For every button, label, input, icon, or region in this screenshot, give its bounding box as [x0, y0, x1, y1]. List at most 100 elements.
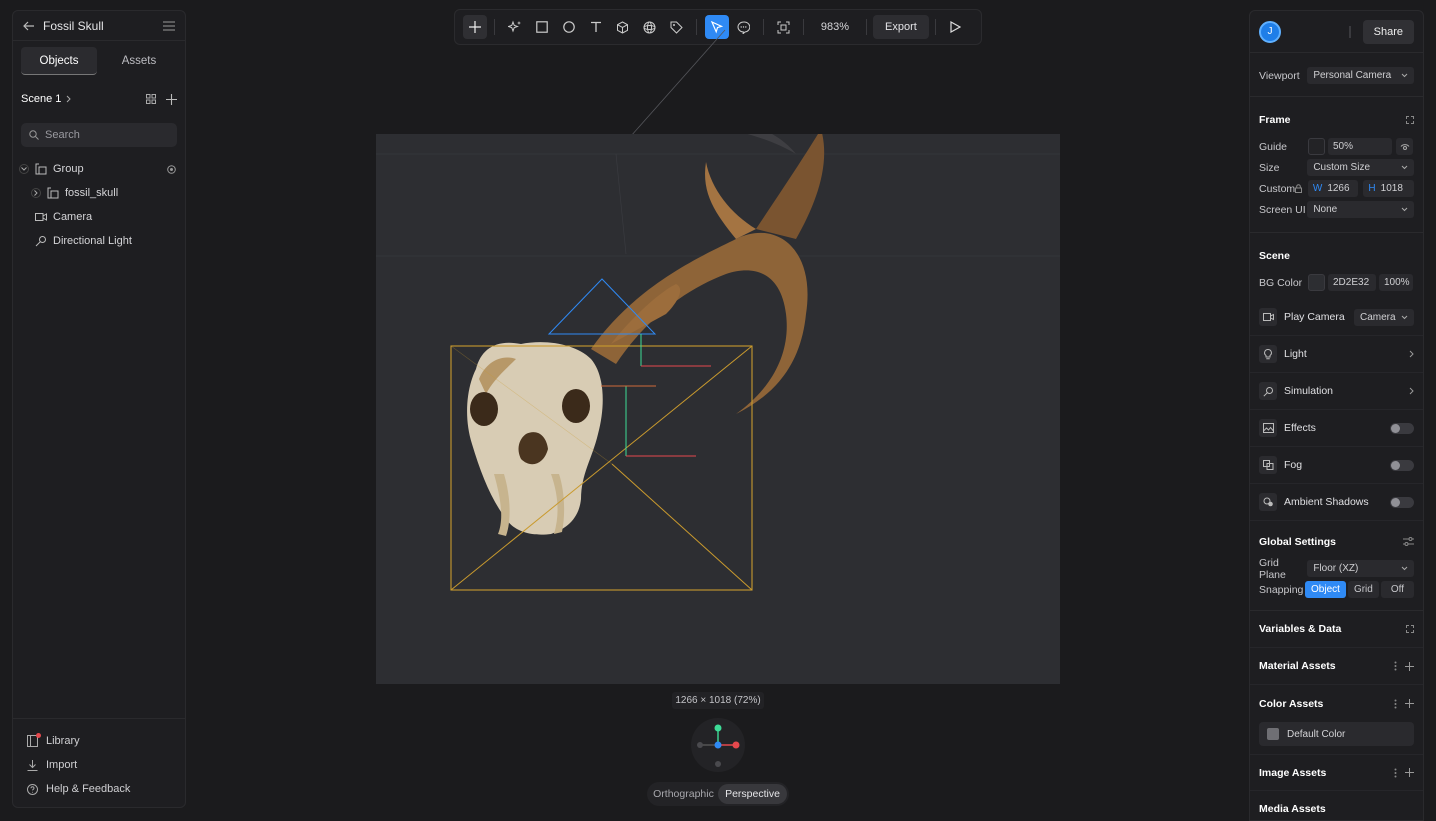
- default-color-swatch: [1267, 728, 1279, 740]
- snapping-grid[interactable]: Grid: [1347, 581, 1379, 598]
- custom-size-row: Custom W 1266 H 1018: [1250, 178, 1423, 199]
- chevron-down-icon: [1401, 207, 1408, 212]
- sliders-icon[interactable]: [1403, 537, 1414, 546]
- snapping-label: Snapping: [1259, 583, 1304, 596]
- more-vertical-icon[interactable]: [1394, 661, 1397, 671]
- media-assets-row: Media Assets: [1250, 791, 1423, 820]
- perspective-option[interactable]: Perspective: [718, 784, 787, 804]
- width-value: 1266: [1327, 183, 1350, 194]
- custom-label: Custom: [1259, 182, 1296, 195]
- play-camera-value: Camera: [1360, 311, 1396, 323]
- simulation-icon: [1259, 382, 1277, 400]
- bulb-icon: [1259, 345, 1277, 363]
- viewport-select[interactable]: Personal Camera: [1307, 67, 1414, 84]
- more-vertical-icon[interactable]: [1394, 699, 1397, 709]
- default-color-asset[interactable]: Default Color: [1259, 722, 1414, 746]
- lock-icon[interactable]: [1295, 184, 1308, 193]
- height-axis-label: H: [1368, 183, 1376, 194]
- right-panel: J Share Viewport Personal Camera Frame G…: [1249, 10, 1424, 821]
- right-header: J Share: [1250, 11, 1423, 53]
- frame-header: Frame: [1250, 109, 1423, 130]
- light-row[interactable]: Light: [1250, 336, 1423, 373]
- material-assets-title: Material Assets: [1259, 660, 1336, 672]
- more-vertical-icon[interactable]: [1394, 768, 1397, 778]
- image-assets-row: Image Assets: [1250, 754, 1423, 791]
- play-camera-label: Play Camera: [1284, 311, 1345, 323]
- bg-color-row: BG Color 2D2E32 100%: [1250, 272, 1423, 293]
- guide-row: Guide 50%: [1250, 136, 1423, 157]
- simulation-row[interactable]: Simulation: [1250, 373, 1423, 410]
- chevron-down-icon: [1401, 165, 1408, 170]
- frame-size-label: 1266 × 1018 (72%): [672, 692, 764, 709]
- share-button[interactable]: Share: [1362, 19, 1414, 44]
- global-settings-title: Global Settings: [1259, 535, 1337, 548]
- viewport-section: Viewport Personal Camera: [1250, 53, 1423, 97]
- ambient-shadows-icon: [1259, 493, 1277, 511]
- frame-section: Frame Guide 50% Size Custom Size Custom: [1250, 97, 1423, 233]
- image-assets-title: Image Assets: [1259, 766, 1327, 779]
- grid-plane-select[interactable]: Floor (XZ): [1307, 560, 1414, 577]
- frame-title: Frame: [1259, 113, 1291, 126]
- avatar[interactable]: J: [1259, 20, 1281, 43]
- width-axis-label: W: [1312, 183, 1323, 194]
- effects-toggle[interactable]: [1390, 422, 1414, 434]
- scene-section: Scene BG Color 2D2E32 100%: [1250, 233, 1423, 299]
- x-axis-handle[interactable]: [732, 741, 740, 749]
- fog-icon: [1259, 456, 1277, 474]
- effects-label: Effects: [1284, 422, 1316, 434]
- chevron-down-icon: [1401, 566, 1408, 571]
- chevron-right-icon: [1409, 387, 1414, 395]
- simulation-label: Simulation: [1284, 385, 1334, 397]
- fog-label: Fog: [1284, 459, 1303, 471]
- expand-icon[interactable]: [1406, 625, 1414, 633]
- y-axis-handle[interactable]: [714, 724, 722, 732]
- global-settings-section: Global Settings Grid Plane Floor (XZ) Sn…: [1250, 521, 1423, 611]
- fog-row: Fog: [1250, 447, 1423, 484]
- snapping-object[interactable]: Object: [1305, 581, 1346, 598]
- scene-canvas[interactable]: [376, 120, 1060, 684]
- bg-color-swatch[interactable]: [1308, 274, 1325, 291]
- width-field[interactable]: W 1266: [1307, 180, 1359, 197]
- divider: [1348, 25, 1351, 38]
- play-camera-row: Play Camera Camera: [1250, 299, 1423, 336]
- height-value: 1018: [1380, 183, 1403, 194]
- orientation-gizmo[interactable]: [691, 718, 745, 772]
- guide-opacity-field[interactable]: 50%: [1328, 138, 1392, 155]
- bg-opacity[interactable]: 100%: [1379, 274, 1413, 291]
- guide-color-swatch[interactable]: [1308, 138, 1325, 155]
- ambient-shadows-toggle[interactable]: [1390, 496, 1414, 508]
- play-camera-select[interactable]: Camera: [1354, 308, 1414, 326]
- z-axis-handle[interactable]: [714, 741, 722, 749]
- size-select[interactable]: Custom Size: [1307, 159, 1414, 176]
- bg-color-hex[interactable]: 2D2E32: [1328, 274, 1376, 291]
- grid-plane-value: Floor (XZ): [1313, 563, 1359, 574]
- scene-title: Scene: [1259, 249, 1290, 262]
- fog-toggle[interactable]: [1390, 459, 1414, 471]
- material-assets-row: Material Assets: [1250, 648, 1423, 685]
- add-material-icon[interactable]: [1405, 661, 1414, 671]
- variables-data-row[interactable]: Variables & Data: [1250, 611, 1423, 648]
- screen-ui-row: Screen UI None: [1250, 199, 1423, 220]
- ambient-shadows-label: Ambient Shadows: [1284, 496, 1369, 508]
- variables-data-title: Variables & Data: [1259, 623, 1342, 635]
- height-field[interactable]: H 1018: [1363, 180, 1414, 197]
- light-label: Light: [1284, 348, 1307, 360]
- snapping-off[interactable]: Off: [1380, 581, 1414, 598]
- screen-ui-select[interactable]: None: [1307, 201, 1414, 218]
- add-image-icon[interactable]: [1405, 768, 1414, 777]
- global-settings-header: Global Settings: [1250, 531, 1423, 552]
- skull-model: [467, 342, 603, 536]
- size-value: Custom Size: [1313, 162, 1371, 173]
- size-label: Size: [1259, 161, 1280, 174]
- grid-plane-label: Grid Plane: [1259, 556, 1286, 581]
- viewport-label: Viewport: [1259, 69, 1300, 82]
- orthographic-option[interactable]: Orthographic: [649, 784, 718, 804]
- scene-render: [376, 120, 1060, 591]
- add-color-icon[interactable]: [1405, 699, 1414, 708]
- chevron-right-icon: [1409, 350, 1414, 358]
- effects-row: Effects: [1250, 410, 1423, 447]
- skull-horns: [591, 120, 825, 414]
- media-assets-title: Media Assets: [1259, 803, 1326, 815]
- expand-icon[interactable]: [1406, 115, 1414, 124]
- visibility-icon[interactable]: [1396, 138, 1413, 155]
